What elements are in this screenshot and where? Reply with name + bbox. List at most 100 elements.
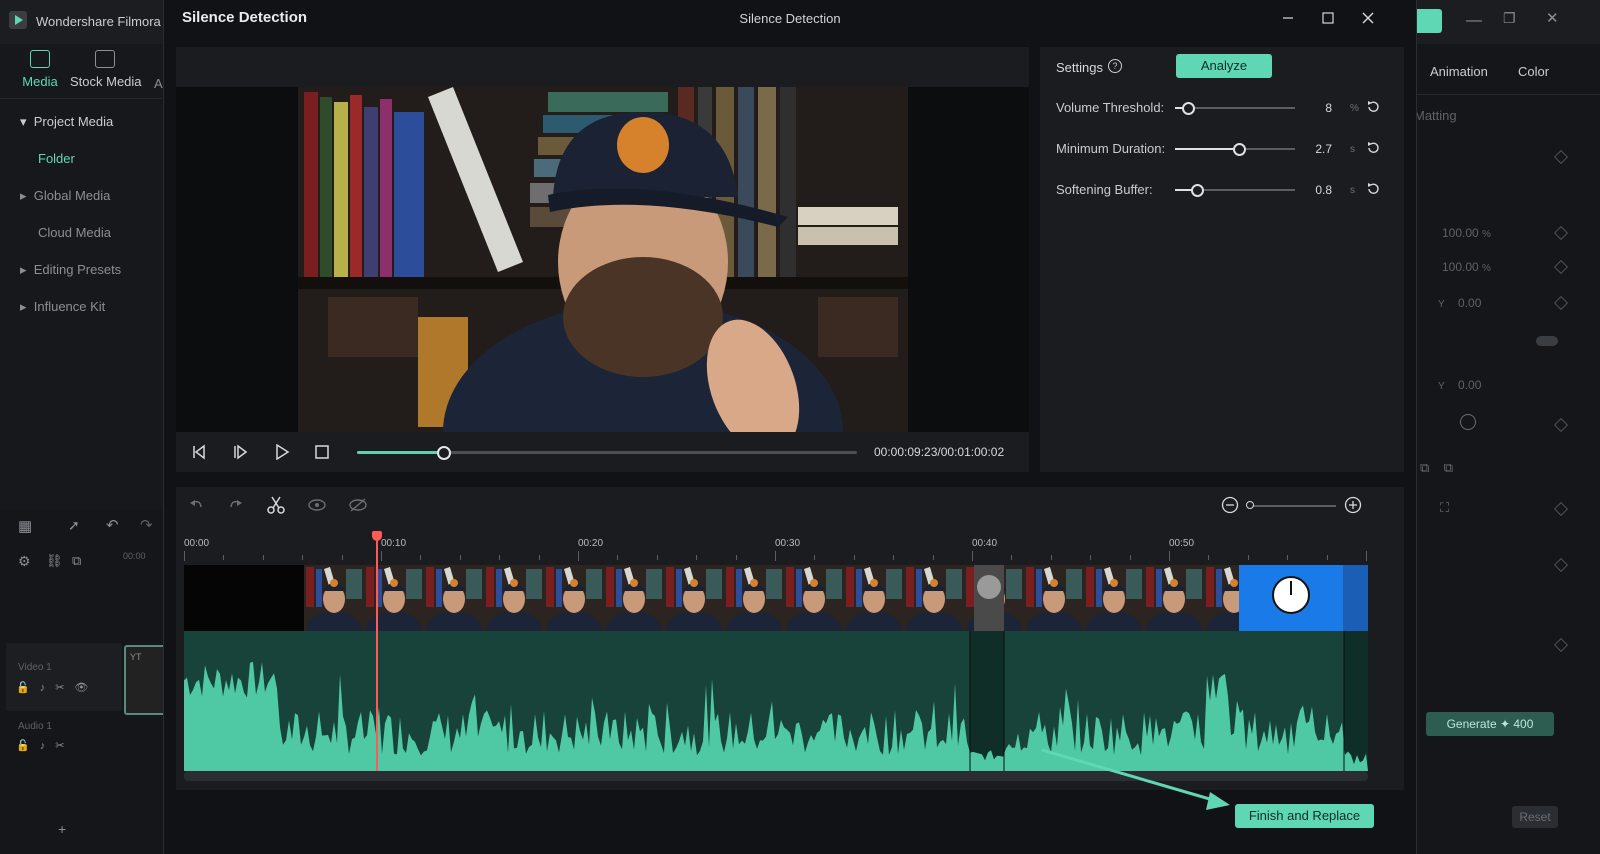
percent-unit: %: [1482, 229, 1491, 240]
dialog-maximize-button[interactable]: [1310, 4, 1346, 32]
playhead-handle[interactable]: [372, 531, 383, 541]
help-icon[interactable]: ?: [1108, 59, 1122, 73]
stock-media-tab[interactable]: Stock Media: [70, 50, 142, 89]
scale-x-value[interactable]: 100.00 %: [1442, 226, 1491, 240]
ruler-label: 00:20: [578, 538, 604, 549]
close-app-icon[interactable]: ✕: [1546, 9, 1559, 27]
slider-knob[interactable]: [1232, 143, 1246, 156]
ruler-tick: [578, 551, 579, 561]
split-button[interactable]: [264, 493, 288, 517]
tab-color[interactable]: Color: [1518, 64, 1549, 79]
reset-setting-icon[interactable]: [1366, 100, 1380, 114]
ruler-label: 00:30: [775, 538, 801, 549]
minimize-icon[interactable]: —: [1466, 12, 1482, 30]
progress-knob[interactable]: [437, 446, 451, 460]
media-panel: Media Stock Media A ▾ Project Media Fold…: [0, 44, 163, 509]
stop-button[interactable]: [310, 440, 334, 464]
ruler-tick: [617, 555, 619, 560]
sidebar-item-global-media[interactable]: ▸ Global Media: [20, 188, 110, 204]
setting-unit: s: [1350, 144, 1355, 155]
sidebar-item-folder[interactable]: Folder: [38, 151, 75, 166]
zoom-out-button[interactable]: [1218, 493, 1242, 517]
setting-slider[interactable]: [1175, 102, 1295, 115]
zoom-knob[interactable]: [1246, 501, 1254, 509]
toggle-switch[interactable]: [1536, 336, 1558, 346]
hide-button[interactable]: [346, 493, 370, 517]
video-track-controls[interactable]: 🔓♪✂👁: [16, 681, 98, 694]
reset-setting-icon[interactable]: [1366, 141, 1380, 155]
fullscreen-icon[interactable]: ⛶: [1440, 500, 1449, 516]
previous-frame-button[interactable]: [187, 440, 211, 464]
timecode: 00:00:09:23/00:01:00:02: [874, 445, 1005, 459]
timeline-settings-icon[interactable]: ⚙: [18, 553, 31, 570]
keyframe-icon[interactable]: [1553, 557, 1569, 573]
zoom-in-button[interactable]: [1341, 493, 1365, 517]
keyframe-icon[interactable]: [1553, 259, 1569, 275]
keyframe-icon[interactable]: [1553, 637, 1569, 653]
ruler-tick: [1169, 551, 1170, 561]
playback-progress-bar[interactable]: [357, 446, 857, 460]
sidebar-item-cloud-media[interactable]: Cloud Media: [38, 225, 111, 240]
rotation-y-value[interactable]: Y 0.00: [1438, 378, 1481, 392]
position-y-value[interactable]: Y 0.00: [1438, 296, 1481, 310]
flip-icon[interactable]: ⧉ ⧉: [1420, 460, 1453, 476]
setting-value[interactable]: 2.7: [1302, 142, 1332, 156]
sidebar-item-editing-presets[interactable]: ▸ Editing Presets: [20, 262, 121, 278]
app-title: Wondershare Filmora: [36, 14, 161, 29]
time-ruler[interactable]: 00:00 00:10 00:20 00:30 00:40 00:50: [184, 533, 1368, 563]
restore-icon[interactable]: ❐: [1503, 10, 1516, 27]
select-tool-icon[interactable]: ➚: [68, 517, 80, 534]
undo-button[interactable]: [184, 493, 208, 517]
track-icon[interactable]: ⧉: [72, 553, 81, 569]
y-label: Y: [1438, 381, 1445, 392]
scale-y-value[interactable]: 100.00 %: [1442, 260, 1491, 274]
video-clip-thumbnail[interactable]: YT: [124, 645, 166, 715]
dialog-close-button[interactable]: [1350, 4, 1386, 32]
play-button[interactable]: [270, 440, 294, 464]
slider-knob[interactable]: [1182, 102, 1196, 115]
setting-value[interactable]: 0.8: [1302, 183, 1332, 197]
zoom-slider[interactable]: [1246, 501, 1336, 509]
video-preview[interactable]: [298, 87, 908, 432]
finish-and-replace-button[interactable]: Finish and Replace: [1235, 804, 1374, 828]
filmstrip-frames: [184, 565, 1368, 631]
keyframe-icon[interactable]: [1553, 149, 1569, 165]
keyframe-icon[interactable]: [1553, 501, 1569, 517]
undo-icon[interactable]: ↶: [106, 516, 119, 534]
reset-button[interactable]: Reset: [1512, 806, 1558, 828]
media-tab[interactable]: Media: [18, 50, 62, 89]
link-icon[interactable]: ⛓: [46, 553, 63, 569]
video-filmstrip[interactable]: [184, 565, 1368, 631]
ruler-tick: [735, 555, 737, 560]
stock-media-label: Stock Media: [70, 74, 142, 89]
preview-header: [176, 47, 1029, 87]
dialog-minimize-button[interactable]: [1270, 4, 1306, 32]
reset-setting-icon[interactable]: [1366, 182, 1380, 196]
setting-slider[interactable]: [1175, 184, 1295, 197]
media-tab-label: Media: [22, 74, 58, 89]
redo-button[interactable]: [224, 493, 248, 517]
sidebar-item-project-media[interactable]: ▾ Project Media: [20, 114, 113, 130]
redo-icon[interactable]: ↷: [140, 516, 153, 534]
keyframe-icon[interactable]: [1553, 295, 1569, 311]
ruler-tick: [420, 555, 422, 560]
slider-knob[interactable]: [1190, 184, 1204, 197]
setting-value[interactable]: 8: [1302, 101, 1332, 115]
tab-animation[interactable]: Animation: [1430, 64, 1488, 79]
playhead[interactable]: [376, 535, 379, 771]
show-button[interactable]: [305, 493, 329, 517]
setting-unit: %: [1350, 103, 1359, 114]
audio-track-controls[interactable]: 🔓♪✂: [16, 739, 74, 752]
next-frame-button[interactable]: [229, 440, 253, 464]
keyframe-icon[interactable]: [1553, 225, 1569, 241]
add-track-icon[interactable]: +: [58, 821, 66, 837]
sidebar-item-influence-kit[interactable]: ▸ Influence Kit: [20, 299, 105, 315]
keyframe-icon[interactable]: [1553, 417, 1569, 433]
generate-button[interactable]: Generate ✦ 400: [1426, 712, 1554, 736]
ruler-tick: [1287, 555, 1289, 560]
rotation-dial-icon[interactable]: [1460, 414, 1476, 430]
zoom-in-icon: [1344, 496, 1362, 514]
layout-icon[interactable]: ▦: [18, 517, 32, 535]
analyze-button[interactable]: Analyze: [1176, 54, 1272, 78]
setting-slider[interactable]: [1175, 143, 1295, 156]
